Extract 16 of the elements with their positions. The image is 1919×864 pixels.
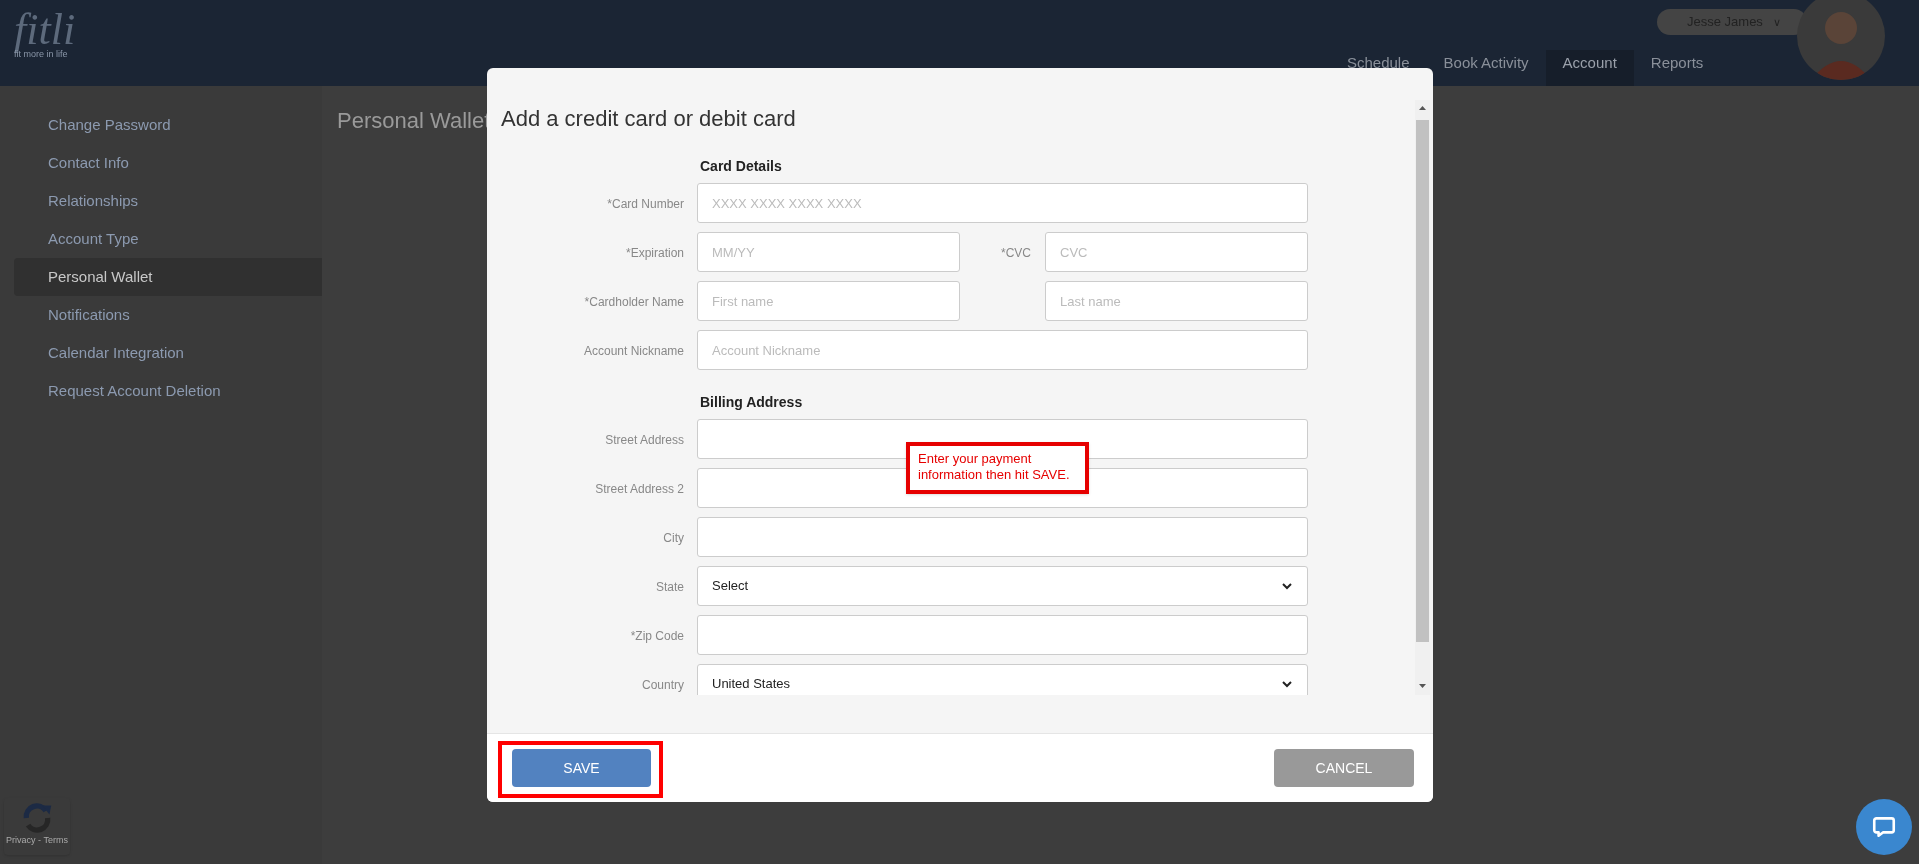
field-label: Account Nickname [583, 344, 684, 358]
instruction-tooltip: Enter your payment information then hit SAVE. [906, 442, 1089, 494]
section-heading: Card Details [700, 158, 782, 174]
section-heading: Billing Address [700, 394, 803, 410]
field-label: Country [641, 678, 684, 692]
caret-icon: ∨ [1772, 13, 1781, 31]
field-label: *Zip Code [630, 629, 684, 643]
field-label: *Cardholder Name [584, 295, 684, 309]
field-label: Street Address 2 [595, 482, 684, 496]
field-label: *Expiration [625, 246, 684, 260]
field-label: City [663, 531, 684, 545]
field-label: *CVC [1001, 246, 1031, 260]
modal-title: Add a credit card or debit card [500, 105, 797, 133]
field-label: Street Address [605, 433, 684, 447]
field-label: *Card Number [607, 197, 684, 211]
field-label: State [655, 580, 684, 594]
